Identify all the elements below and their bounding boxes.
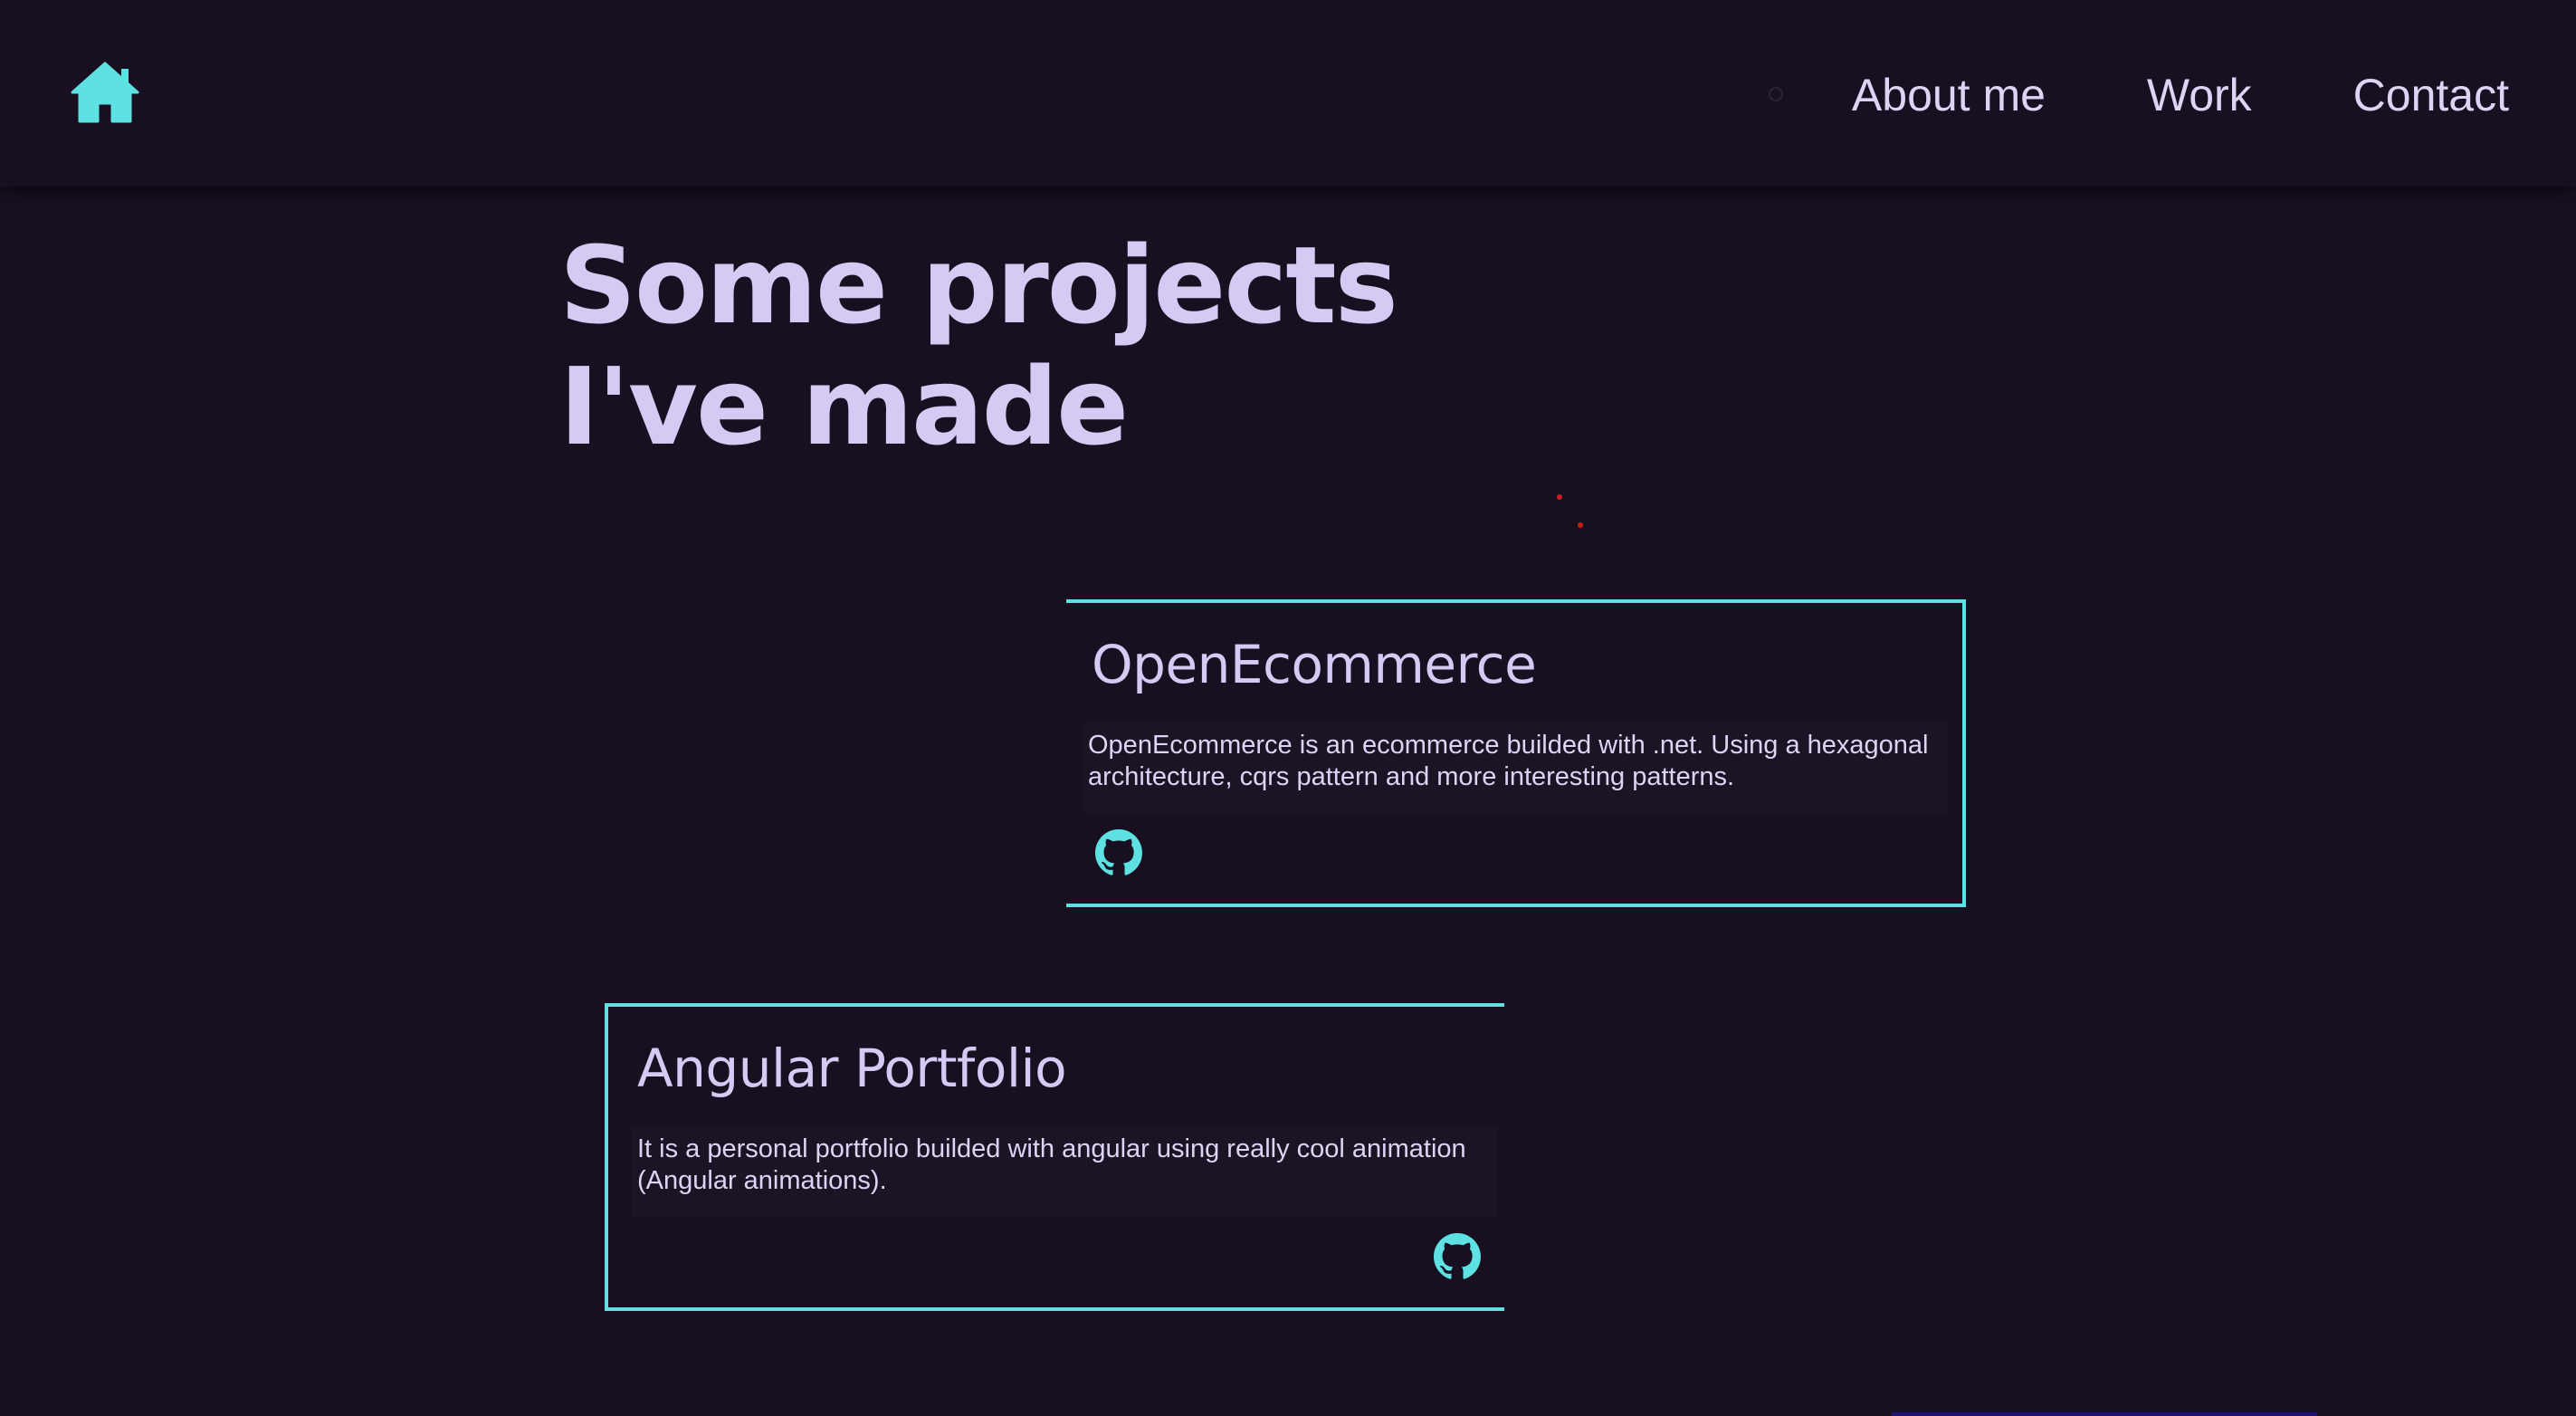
navbar: About me Work Contact [0,0,2576,187]
project-title: Angular Portfolio [637,1038,1067,1099]
bottom-accent-bar [1892,1412,2317,1416]
project-description: OpenEcommerce is an ecommerce builded wi… [1083,722,1948,813]
page: About me Work Contact Some projects I've… [0,0,2576,1416]
project-card-angular-portfolio: Angular Portfolio It is a personal portf… [605,1003,1504,1311]
github-link[interactable] [1434,1233,1481,1280]
github-link[interactable] [1095,829,1142,876]
decorative-dot [1557,494,1562,500]
nav-indicator-dot [1769,87,1783,101]
project-title: OpenEcommerce [1092,634,1537,695]
page-heading-line-1: Some projects [559,223,1398,348]
page-heading-line-2: I've made [559,344,1129,469]
home-button[interactable] [71,62,139,123]
home-icon [71,62,139,123]
nav-work[interactable]: Work [2147,69,2252,121]
page-heading: Some projects I've made [559,223,1398,469]
project-card-openecommerce: OpenEcommerce OpenEcommerce is an ecomme… [1066,599,1966,907]
nav-about-me[interactable]: About me [1852,69,2046,121]
nav-contact[interactable]: Contact [2353,69,2509,121]
nav-links: About me Work Contact [1852,63,2509,127]
decorative-dot [1578,522,1583,528]
github-icon [1095,829,1142,875]
github-icon [1434,1233,1481,1279]
project-description: It is a personal portfolio builded with … [632,1126,1497,1217]
